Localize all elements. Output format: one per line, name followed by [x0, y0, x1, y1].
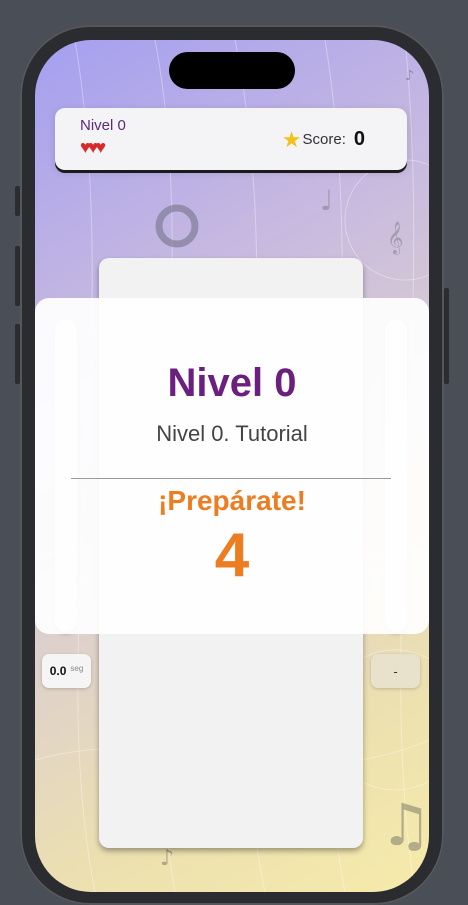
overlay-title: Nivel 0: [167, 361, 297, 405]
countdown-number: 4: [214, 521, 250, 590]
heart-icon: ♥♥♥: [80, 137, 106, 157]
circle-shape-icon: [155, 204, 199, 248]
volume-down-button: [15, 324, 20, 384]
app-screen: ♩ 𝄞 ♫ ♪ ♪ Nivel 0 ♥♥♥ ★ Score: 0 0.0 seg…: [35, 40, 429, 892]
status-header: Nivel 0 ♥♥♥ ★ Score: 0: [55, 108, 407, 170]
level-label: Nivel 0: [80, 117, 126, 134]
score-display: ★ Score: 0: [282, 128, 365, 151]
overlay-divider: [71, 478, 391, 479]
timer-unit: seg: [70, 663, 84, 673]
lives-hearts: ♥♥♥: [80, 137, 106, 158]
power-button: [444, 288, 449, 384]
star-icon: ★: [281, 126, 302, 152]
level-intro-overlay: Nivel 0 Nivel 0. Tutorial ¡Prepárate! 4: [35, 298, 429, 634]
music-note-small-icon: ♪: [160, 846, 174, 871]
mute-switch: [15, 186, 20, 216]
timer-value: 0.0: [49, 664, 67, 678]
dynamic-island: [169, 52, 295, 89]
volume-up-button: [15, 246, 20, 306]
music-rest-icon: ♩: [320, 184, 333, 217]
music-note-icon: ♫: [380, 791, 429, 859]
music-clef-icon: 𝄞: [387, 221, 404, 255]
timer-display: 0.0 seg: [42, 654, 91, 688]
music-dot-icon: ♪: [405, 68, 414, 84]
get-ready-label: ¡Prepárate!: [158, 485, 306, 516]
score-value: 0: [353, 128, 365, 150]
overlay-subtitle: Nivel 0. Tutorial: [156, 421, 308, 446]
side-action-button[interactable]: -: [371, 654, 420, 688]
score-label: Score:: [302, 131, 346, 148]
